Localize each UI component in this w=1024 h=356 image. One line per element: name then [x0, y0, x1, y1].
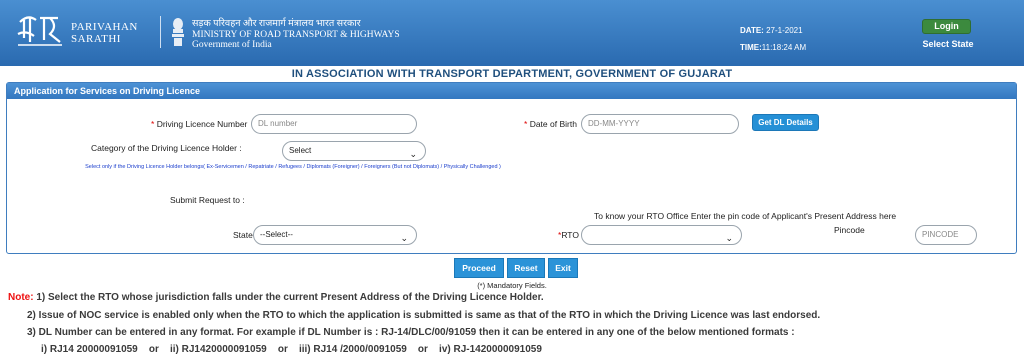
chevron-down-icon: ⌄	[400, 233, 408, 243]
national-emblem-icon	[170, 16, 186, 48]
login-button[interactable]: Login	[922, 19, 971, 34]
brand-line-1: PARIVAHAN	[71, 21, 138, 33]
chevron-down-icon: ⌄	[725, 233, 733, 243]
reset-button[interactable]: Reset	[507, 258, 545, 278]
select-state-link[interactable]: Select State	[922, 39, 974, 49]
category-note: Select only if the Driving Licence Holde…	[85, 164, 501, 170]
mandatory-fields-note: (*) Mandatory Fields.	[477, 281, 547, 290]
rto-label-text: RTO	[561, 230, 579, 240]
dl-number-label-text: Driving Licence Number	[156, 119, 248, 129]
state-select[interactable]: --Select-- ⌄	[253, 225, 417, 245]
header-divider	[160, 16, 161, 48]
pin-hint: To know your RTO Office Enter the pin co…	[594, 211, 897, 221]
state-label: State	[233, 230, 253, 240]
required-marker: *	[524, 119, 528, 129]
brand-line-2: SARATHI	[71, 33, 121, 45]
brand-name: PARIVAHAN SARATHI	[71, 21, 138, 45]
ministry-hindi: सड़क परिवहन और राजमार्ग मंत्रालय भारत सर…	[192, 19, 361, 29]
note-1-text: 1) Select the RTO whose jurisdiction fal…	[36, 292, 544, 303]
category-label: Category of the Driving Licence Holder :	[91, 143, 242, 153]
rto-label: *RTO	[558, 230, 579, 240]
exit-button[interactable]: Exit	[548, 258, 578, 278]
submit-request-label: Submit Request to :	[170, 195, 245, 205]
required-marker: *	[151, 119, 155, 129]
dl-number-label: * Driving Licence Number	[151, 119, 247, 129]
proceed-button[interactable]: Proceed	[454, 258, 504, 278]
dob-input[interactable]: DD-MM-YYYY	[581, 114, 739, 134]
ministry-english: MINISTRY OF ROAD TRANSPORT & HIGHWAYS	[192, 29, 400, 40]
pincode-label: Pincode	[834, 225, 865, 235]
category-selected: Select	[289, 146, 312, 155]
dl-number-input[interactable]: DL number	[251, 114, 417, 134]
dob-label-text: Date of Birth	[529, 119, 577, 129]
government-of-india: Government of India	[192, 40, 272, 50]
date-time: DATE: 27-1-2021 TIME:11:18:24 AM	[740, 22, 806, 56]
rto-select[interactable]: ⌄	[581, 225, 742, 245]
sarathi-logo	[14, 12, 66, 50]
site-header: PARIVAHAN SARATHI सड़क परिवहन और राजमार्…	[0, 0, 1024, 66]
category-select[interactable]: Select ⌄	[282, 141, 426, 161]
panel-title: Application for Services on Driving Lice…	[7, 83, 1016, 99]
dob-label: * Date of Birth	[524, 119, 577, 129]
get-dl-details-button[interactable]: Get DL Details	[752, 114, 819, 131]
time-value: 11:18:24 AM	[761, 43, 807, 52]
date-label: DATE:	[740, 26, 764, 35]
time-label: TIME:	[740, 43, 762, 52]
pincode-input[interactable]: PINCODE	[915, 225, 977, 245]
ministry-name: सड़क परिवहन और राजमार्ग मंत्रालय भारत सर…	[192, 19, 400, 51]
state-selected: --Select--	[260, 230, 293, 239]
application-panel: Application for Services on Driving Lice…	[6, 82, 1017, 254]
note-line-3: 3) DL Number can be entered in any forma…	[27, 327, 795, 338]
chevron-down-icon: ⌄	[409, 149, 417, 159]
note-line-1: Note: 1) Select the RTO whose jurisdicti…	[8, 292, 544, 303]
note-line-2: 2) Issue of NOC service is enabled only …	[27, 310, 821, 321]
note-label: Note:	[8, 292, 34, 303]
association-banner: IN ASSOCIATION WITH TRANSPORT DEPARTMENT…	[291, 68, 733, 80]
note-line-4: i) RJ14 20000091059 or ii) RJ14200000910…	[41, 344, 542, 355]
date-value: 27-1-2021	[766, 26, 803, 35]
